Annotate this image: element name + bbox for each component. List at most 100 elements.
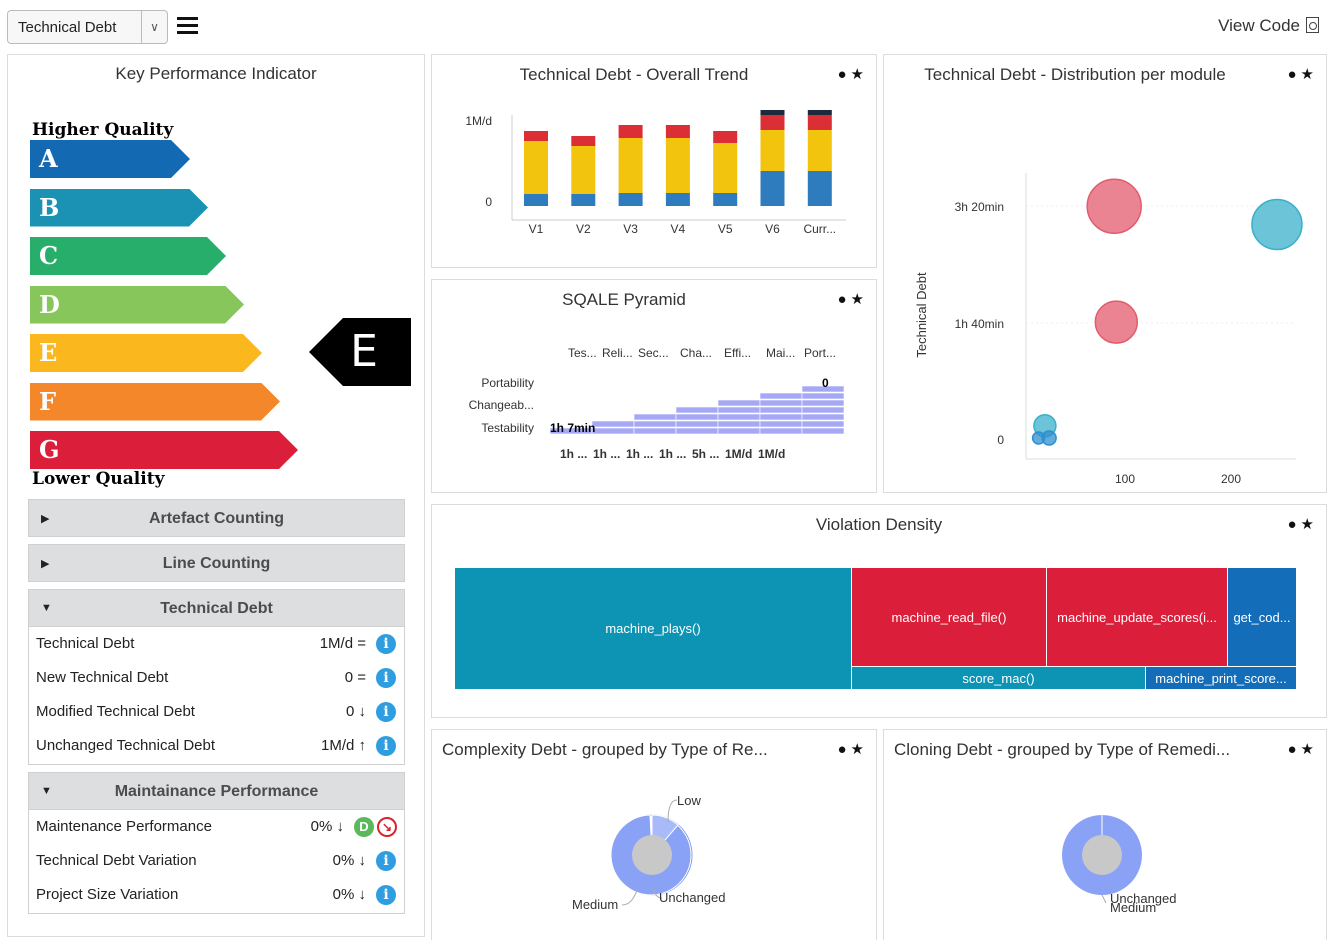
bar-segment[interactable]	[713, 143, 738, 193]
complexity-debt-title: Complexity Debt - grouped by Type of Re.…	[442, 740, 768, 759]
pyramid-cell-value: 1h 7min	[550, 421, 595, 435]
kpi-row: Project Size Variation 0% ↓ i	[29, 878, 404, 912]
kpi-row: New Technical Debt 0 = i	[29, 661, 404, 695]
star-icon[interactable]: ★	[851, 741, 864, 758]
bar-segment[interactable]	[713, 131, 738, 143]
trend-down-icon[interactable]: ↘	[377, 817, 397, 837]
bar-segment[interactable]	[524, 131, 548, 141]
pyramid-total: 1M/d	[758, 447, 785, 461]
complexity-debt-panel: Complexity Debt - grouped by Type of Re.…	[431, 729, 877, 940]
comment-icon[interactable]: ●	[837, 291, 846, 308]
info-icon[interactable]: i	[376, 668, 396, 688]
x-tick-label: V4	[671, 222, 686, 236]
star-icon[interactable]: ★	[851, 291, 864, 308]
x-tick-label: V2	[576, 222, 591, 236]
info-icon[interactable]: i	[376, 885, 396, 905]
bar-segment[interactable]	[807, 130, 832, 171]
bar-segment[interactable]	[760, 110, 785, 115]
distribution-title: Technical Debt - Distribution per module	[924, 65, 1226, 84]
kpi-row-label: Maintenance Performance	[36, 818, 212, 835]
kpi-row-label: Technical Debt Variation	[36, 852, 197, 869]
comment-icon[interactable]: ●	[1287, 516, 1296, 533]
bubble-point[interactable]	[1094, 300, 1139, 344]
pyramid-column-label: Effi...	[724, 346, 751, 360]
pyramid-row-label: Portability	[481, 376, 534, 390]
bubble-point[interactable]	[1041, 430, 1057, 446]
view-code-link[interactable]: View Code	[1218, 16, 1319, 36]
grade-f-arrow: F	[30, 383, 280, 421]
bar-segment[interactable]	[665, 138, 690, 193]
pyramid-total: 1h ...	[659, 447, 686, 461]
pyramid-cell	[717, 427, 761, 435]
menu-icon[interactable]	[177, 17, 198, 37]
current-grade-indicator: E	[309, 318, 411, 386]
chevron-down-icon[interactable]: ∨	[141, 11, 167, 43]
bubble-point[interactable]	[1086, 178, 1142, 234]
pyramid-cell	[801, 413, 845, 421]
pyramid-cell	[759, 392, 803, 400]
bar-segment[interactable]	[760, 115, 785, 130]
slice-label-low: Low	[677, 793, 701, 808]
star-icon[interactable]: ★	[1301, 66, 1314, 83]
pyramid-cell	[759, 420, 803, 428]
bar-segment[interactable]	[665, 125, 690, 138]
higher-quality-label: Higher Quality	[32, 120, 174, 140]
sqale-chart: Tes... Reli... Sec... Cha... Effi... Mai... Po…	[469, 346, 845, 461]
star-icon[interactable]: ★	[1301, 741, 1314, 758]
pyramid-row-label: Testability	[481, 421, 534, 435]
bar-segment[interactable]	[571, 136, 596, 146]
bar-segment[interactable]	[618, 125, 643, 138]
technical-debt-table: Technical Debt 1M/d = i New Technical Debt 0…	[28, 627, 405, 765]
bubble-point[interactable]	[1251, 198, 1303, 251]
pyramid-column-label: Tes...	[568, 346, 597, 360]
view-code-label: View Code	[1218, 16, 1300, 35]
document-icon	[1306, 17, 1319, 33]
bar-segment[interactable]	[618, 193, 643, 206]
accordion-artefact-counting[interactable]: ▶ Artefact Counting	[28, 499, 405, 537]
bar-segment[interactable]	[713, 193, 738, 206]
bar-segment[interactable]	[571, 194, 596, 206]
treemap-cell[interactable]: machine_print_score...	[1145, 666, 1296, 689]
bar-segment[interactable]	[665, 193, 690, 206]
info-icon[interactable]: i	[376, 851, 396, 871]
bar-segment[interactable]	[807, 171, 832, 206]
treemap-cell[interactable]: score_mac()	[851, 666, 1145, 689]
bar-segment[interactable]	[807, 115, 832, 130]
pyramid-cell	[717, 399, 761, 407]
bar-segment[interactable]	[571, 146, 596, 194]
star-icon[interactable]: ★	[1301, 516, 1314, 533]
bar-segment[interactable]	[760, 171, 785, 206]
treemap-cell[interactable]: get_cod...	[1227, 568, 1296, 666]
comment-icon[interactable]: ●	[1287, 741, 1296, 758]
bar-segment[interactable]	[807, 110, 832, 115]
comment-icon[interactable]: ●	[837, 66, 846, 83]
grade-g-arrow: G	[30, 431, 298, 469]
y-tick-label: 3h 20min	[955, 200, 1004, 214]
kpi-row: Modified Technical Debt 0 ↓ i	[29, 695, 404, 729]
x-tick-label: V3	[623, 222, 638, 236]
accordion-maintainance-performance[interactable]: ▼ Maintainance Performance	[28, 772, 405, 810]
leader-line	[1101, 894, 1107, 904]
bar-segment[interactable]	[760, 130, 785, 171]
info-icon[interactable]: i	[376, 736, 396, 756]
comment-icon[interactable]: ●	[837, 741, 846, 758]
grade-d-arrow: D	[30, 286, 244, 324]
info-icon[interactable]: i	[376, 634, 396, 654]
violation-density-panel: Violation Density ● ★ machine_plays() mac…	[431, 504, 1327, 718]
y-axis-label: Technical Debt	[914, 272, 929, 358]
treemap-cell[interactable]: machine_read_file()	[851, 568, 1046, 666]
comment-icon[interactable]: ●	[1287, 66, 1296, 83]
info-icon[interactable]: i	[376, 702, 396, 722]
treemap-cell[interactable]: machine_update_scores(i...	[1046, 568, 1227, 666]
star-icon[interactable]: ★	[851, 66, 864, 83]
kpi-row: Technical Debt Variation 0% ↓ i	[29, 844, 404, 878]
dashboard-selector[interactable]: Technical Debt ∨	[7, 10, 168, 44]
sqale-pyramid-panel: SQALE Pyramid ● ★ Tes... Reli... Sec... Cha.…	[431, 279, 877, 493]
treemap-cell[interactable]: machine_plays()	[455, 568, 851, 689]
bar-segment[interactable]	[524, 194, 548, 206]
accordion-technical-debt[interactable]: ▼ Technical Debt	[28, 589, 405, 627]
accordion-line-counting[interactable]: ▶ Line Counting	[28, 544, 405, 582]
bar-segment[interactable]	[524, 141, 548, 194]
kpi-row-value: 0 =	[344, 669, 366, 686]
bar-segment[interactable]	[618, 138, 643, 193]
